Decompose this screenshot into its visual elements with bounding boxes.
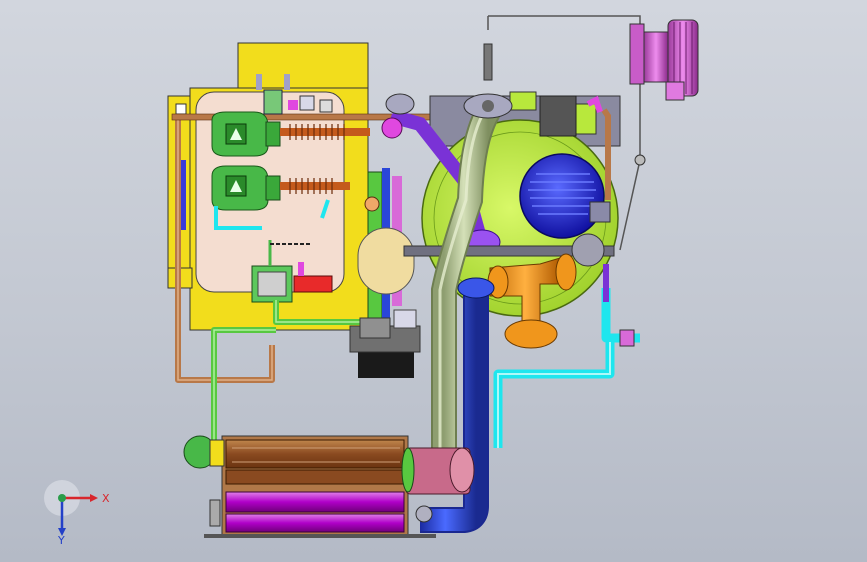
heat-exchanger-pump [183, 435, 225, 469]
y-axis-dot [58, 494, 66, 502]
heat-exchanger [204, 435, 436, 538]
valve-top [263, 89, 283, 115]
motor-base [358, 352, 414, 378]
z-axis-label: Y [57, 534, 65, 547]
coordinate-triad: X Y [44, 480, 110, 547]
cad-viewport[interactable]: X Y [0, 0, 867, 562]
x-axis-arrowhead [90, 494, 98, 502]
x-axis-label: X [102, 492, 110, 505]
